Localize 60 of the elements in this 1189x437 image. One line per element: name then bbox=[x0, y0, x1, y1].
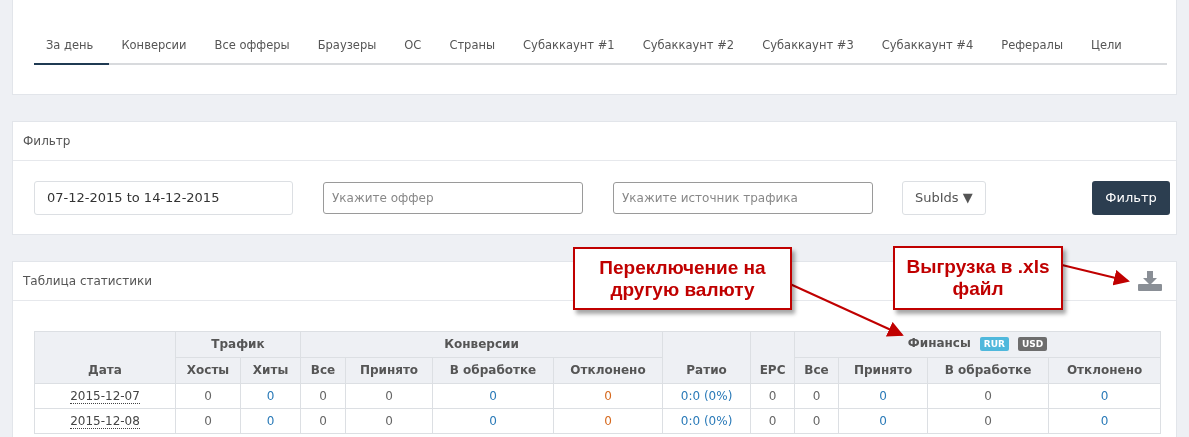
download-icon[interactable] bbox=[1138, 271, 1162, 291]
column-header: В обработке bbox=[927, 357, 1049, 384]
column-header: Дата bbox=[34, 331, 176, 384]
tab[interactable]: Цели bbox=[1078, 28, 1138, 65]
column-header: Ратио bbox=[662, 331, 751, 384]
arrow bbox=[1062, 264, 1132, 284]
tab[interactable]: Браузеры bbox=[305, 28, 393, 65]
table-cell: 0 bbox=[432, 408, 554, 434]
column-header: EPC bbox=[750, 331, 795, 384]
table-cell: 0 bbox=[750, 408, 795, 434]
table-cell: 0 bbox=[432, 383, 554, 409]
table-cell: 0 bbox=[345, 408, 433, 434]
tab[interactable]: Рефералы bbox=[989, 28, 1079, 65]
table-cell: 0 bbox=[1048, 408, 1161, 434]
panel-title: Таблица статистики bbox=[23, 274, 153, 288]
tab[interactable]: Субаккаунт #1 bbox=[511, 28, 631, 65]
tab[interactable]: Субаккаунт #4 bbox=[869, 28, 990, 65]
table-cell: 0 bbox=[794, 383, 839, 409]
filter-button[interactable]: Фильтр bbox=[1092, 180, 1170, 215]
currency-badge[interactable]: USD bbox=[1018, 337, 1048, 351]
column-header: Принято bbox=[345, 357, 433, 384]
table-cell: 0 bbox=[838, 383, 928, 409]
annotation-callout: Выгрузка в .xls файл bbox=[893, 246, 1063, 310]
group-title: Финансы bbox=[907, 336, 971, 350]
tab[interactable]: Страны bbox=[437, 28, 512, 65]
table-cell: 0:0 (0%) bbox=[662, 408, 751, 434]
table-cell: 0 bbox=[300, 408, 346, 434]
tab[interactable]: ОС bbox=[392, 28, 438, 65]
traffic-source-field[interactable]: Укажите источник трафика bbox=[613, 181, 873, 214]
table-cell: 0 bbox=[240, 408, 301, 434]
column-header: Отклонено bbox=[1048, 357, 1161, 384]
column-header: Принято bbox=[838, 357, 928, 384]
table-cell: 0 bbox=[794, 408, 839, 434]
annotation-callout: Переключение на другую валюту bbox=[573, 247, 792, 310]
table-cell: 0 bbox=[553, 408, 663, 434]
column-header: В обработке bbox=[432, 357, 554, 384]
tab[interactable]: Субаккаунт #2 bbox=[630, 28, 751, 65]
tab[interactable]: Субаккаунт #3 bbox=[750, 28, 870, 65]
table-cell: 0 bbox=[750, 383, 795, 409]
column-group-header: Трафик bbox=[175, 331, 301, 358]
table-cell: 0 bbox=[838, 408, 928, 434]
table-cell: 0 bbox=[345, 383, 433, 409]
panel-title: Фильтр bbox=[13, 122, 1176, 161]
table-cell: 0 bbox=[300, 383, 346, 409]
table-cell: 0:0 (0%) bbox=[662, 383, 751, 409]
table-cell: 0 bbox=[1048, 383, 1161, 409]
table-cell: 0 bbox=[175, 383, 241, 409]
column-group-header: Конверсии bbox=[300, 331, 663, 358]
table-cell: 0 bbox=[240, 383, 301, 409]
subids-button[interactable]: SubIds ▼ bbox=[902, 180, 986, 215]
offer-field[interactable]: Укажите оффер bbox=[323, 181, 583, 214]
table-cell: 0 bbox=[553, 383, 663, 409]
table-cell: 0 bbox=[927, 383, 1049, 409]
tab[interactable]: Конверсии bbox=[109, 28, 203, 65]
date-range-field[interactable]: 07-12-2015 to 14-12-2015 bbox=[34, 180, 293, 215]
column-header: Отклонено bbox=[553, 357, 663, 384]
tab[interactable]: За день bbox=[34, 28, 110, 65]
table-cell: 0 bbox=[927, 408, 1049, 434]
tab[interactable]: Все офферы bbox=[202, 28, 306, 65]
table-cell: 0 bbox=[175, 408, 241, 434]
